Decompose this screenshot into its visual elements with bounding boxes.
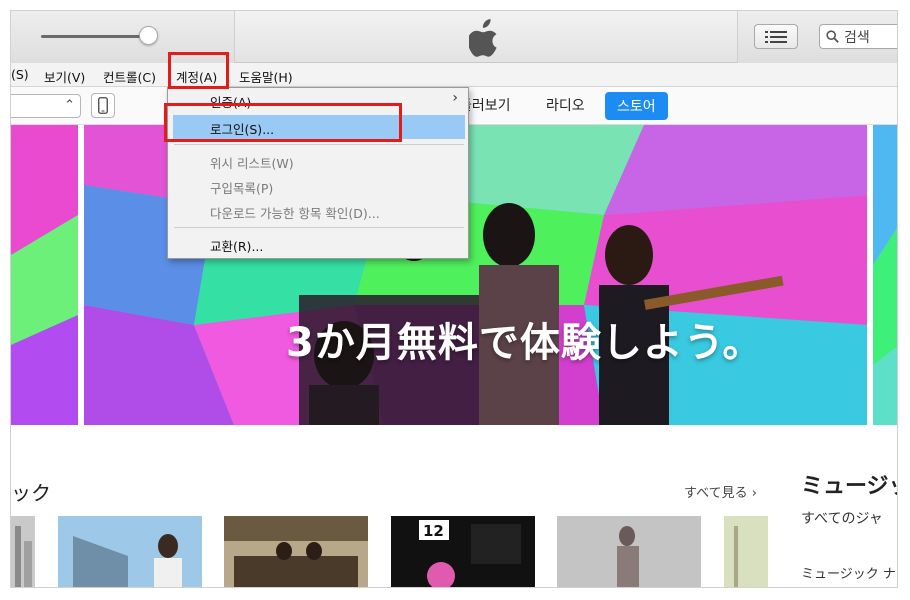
search-icon <box>826 30 839 43</box>
tab-radio[interactable]: 라디오 <box>546 95 585 115</box>
toolbar: 검색 <box>11 11 897 63</box>
chevron-updown-icon: ⌃ <box>64 98 75 113</box>
search-placeholder: 검색 <box>844 29 870 46</box>
menu-separator <box>174 144 464 145</box>
apple-logo-icon <box>469 19 497 57</box>
media-selector[interactable]: ⌃ <box>11 94 81 118</box>
banner-side-tile-left[interactable] <box>11 125 78 425</box>
menu-item-redeem-label: 교환(R)... <box>210 239 264 254</box>
menu-item-wish-list[interactable]: 위시 리스트(W) <box>168 149 468 173</box>
annotation-highlight-sign-in <box>164 103 402 142</box>
volume-slider[interactable] <box>41 35 151 38</box>
menu-item-redeem[interactable]: 교환(R)... <box>168 232 468 256</box>
banner-side-tile-right[interactable] <box>873 125 897 425</box>
annotation-highlight-account-menu <box>168 52 229 89</box>
see-all-link[interactable]: すべて見る › <box>684 482 757 501</box>
menu-item-wish-list-label: 위시 리스트(W) <box>210 156 294 171</box>
side-panel-title: ミュージッ <box>801 474 897 499</box>
album-cover-4[interactable]: 12 <box>391 516 535 587</box>
banner-headline: 3か月無料で体験しよう。 <box>286 320 764 366</box>
chevron-right-icon: › <box>452 90 458 106</box>
section-title: ック <box>11 481 51 505</box>
album-number-label: 12 <box>423 522 444 540</box>
album-cover-2[interactable] <box>58 516 202 587</box>
album-cover-5[interactable] <box>557 516 701 587</box>
side-panel-item[interactable]: ミュージック ナ <box>801 563 896 582</box>
menu-item-purchased[interactable]: 구입목록(P) <box>168 174 468 198</box>
menu-item-purchased-label: 구입목록(P) <box>210 181 274 196</box>
menu-item-check-downloads-label: 다운로드 가능한 항목 확인(D)... <box>210 206 380 221</box>
volume-slider-knob[interactable] <box>139 26 158 45</box>
device-button[interactable] <box>91 93 115 118</box>
menu-help[interactable]: 도움말(H) <box>239 67 293 86</box>
search-input[interactable]: 검색 <box>819 24 897 49</box>
list-icon <box>765 30 787 43</box>
iphone-icon <box>98 97 108 114</box>
tab-store[interactable]: 스토어 <box>605 92 668 120</box>
album-cover-1[interactable] <box>11 516 35 587</box>
side-panel-subtitle: すべてのジャ <box>801 511 883 527</box>
album-cover-6[interactable] <box>724 516 768 587</box>
up-next-list-button[interactable] <box>754 24 798 49</box>
menu-separator <box>174 227 464 228</box>
menu-view[interactable]: 보기(V) <box>44 67 85 86</box>
menu-controls[interactable]: 컨트롤(C) <box>103 67 156 86</box>
album-cover-3[interactable] <box>224 516 368 587</box>
menu-file[interactable]: (S) <box>11 67 29 82</box>
itunes-window: 검색 (S) 보기(V) 컨트롤(C) 계정(A) 도움말(H) ⌃ 둘러보기 … <box>10 10 898 588</box>
menu-item-check-downloads[interactable]: 다운로드 가능한 항목 확인(D)... <box>168 199 468 223</box>
menu-bar: (S) 보기(V) 컨트롤(C) 계정(A) 도움말(H) <box>11 63 897 87</box>
